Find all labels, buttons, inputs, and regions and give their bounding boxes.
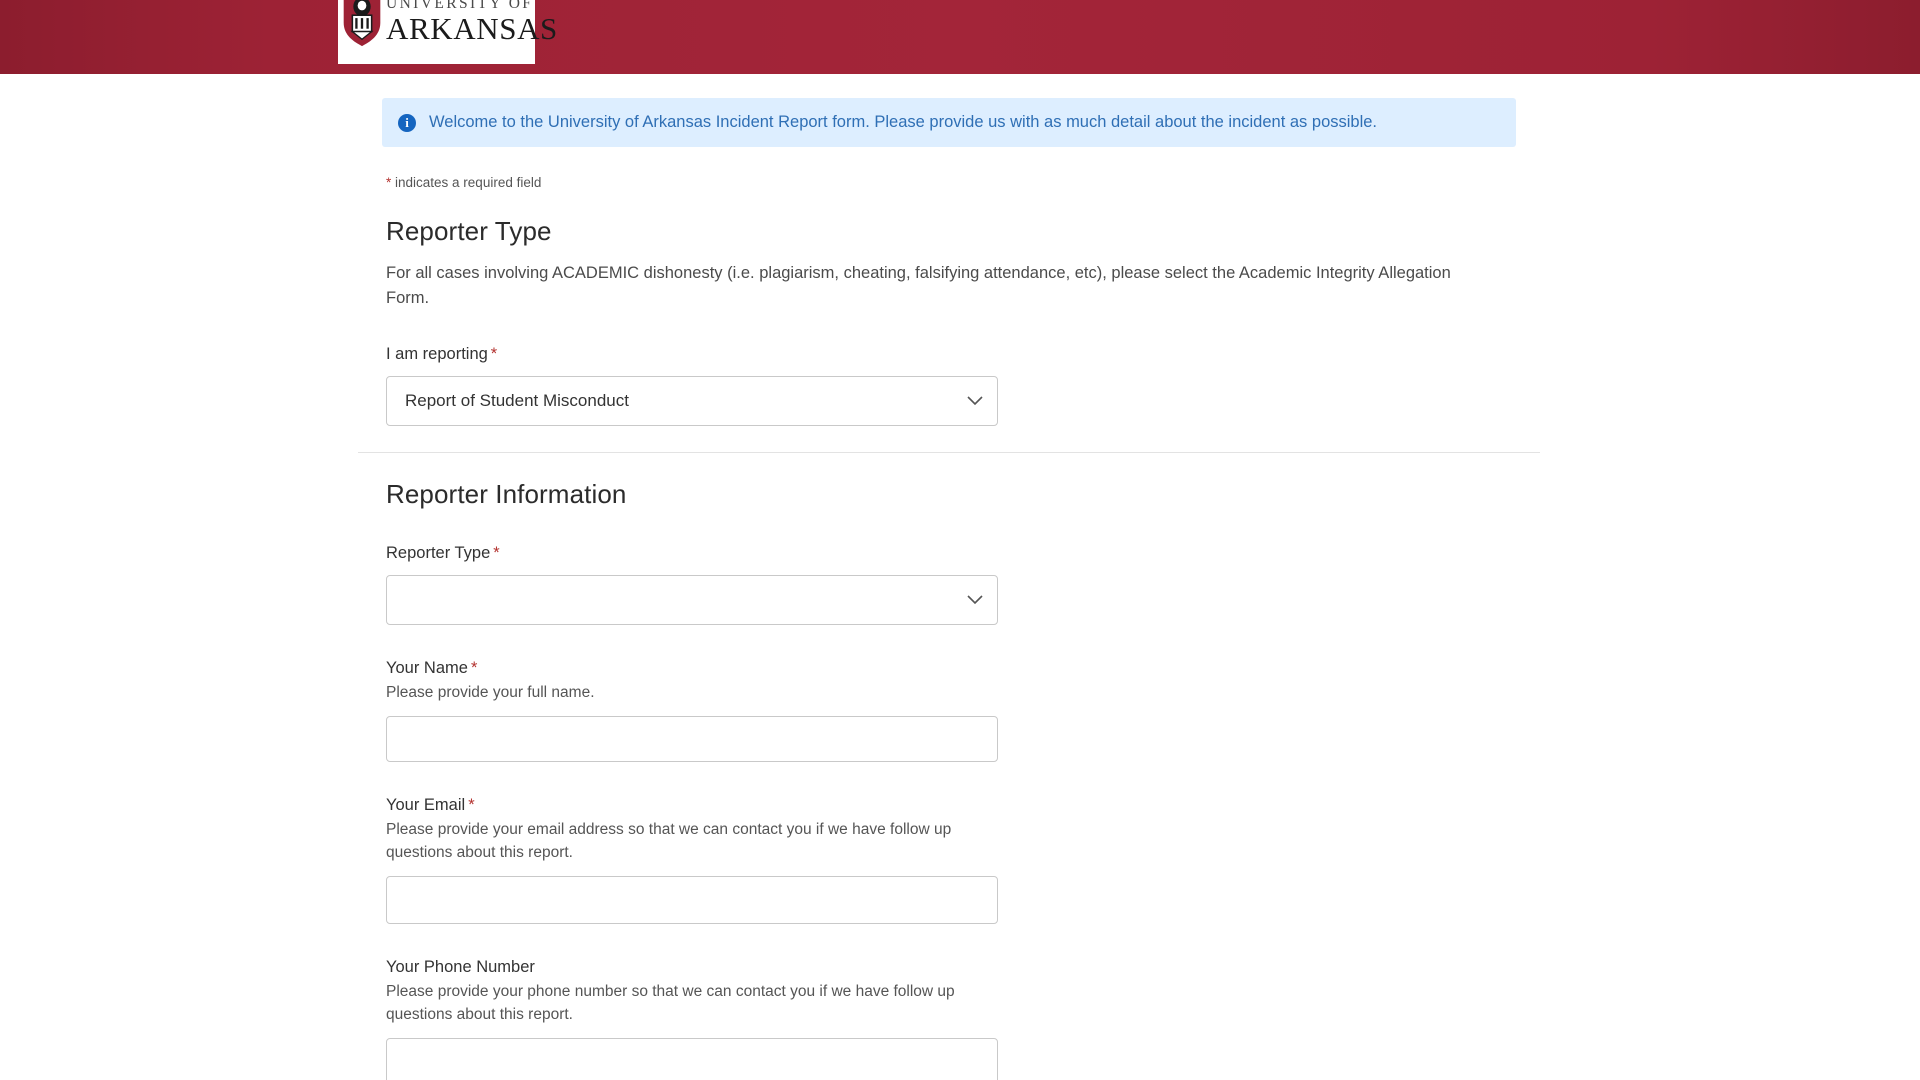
field-your-name: Your Name * Please provide your full name… <box>386 659 1512 763</box>
label-reporter-type-text: Reporter Type <box>386 543 491 562</box>
required-asterisk: * <box>470 658 478 677</box>
logo-line-university-of: UNIVERSITY OF <box>386 0 534 12</box>
reporter-information-card: Reporter Information Reporter Type * Your… <box>358 478 1540 1080</box>
razorback-shield-icon <box>343 0 381 47</box>
input-your-name[interactable] <box>386 716 998 763</box>
required-asterisk: * <box>490 344 498 363</box>
help-your-email: Please provide your email address so tha… <box>386 821 952 861</box>
page-root: i Welcome to the University of Arkansas … <box>0 0 1920 1080</box>
chevron-down-icon <box>967 396 983 406</box>
field-reporter-type: Reporter Type * <box>386 544 1512 625</box>
label-your-email: Your Email * <box>386 796 1512 815</box>
label-reporter-type: Reporter Type * <box>386 544 1512 563</box>
required-asterisk: * <box>493 543 500 562</box>
label-your-phone-number-text: Your Phone Number <box>386 958 535 977</box>
university-logo-wordmark: UNIVERSITY OF ARKANSAS <box>386 0 558 44</box>
field-your-phone-number: Your Phone Number Please provide your ph… <box>386 958 1512 1080</box>
section-description-reporter-type: For all cases involving ACADEMIC dishone… <box>386 264 1451 308</box>
logo-line-arkansas: ARKANSAS <box>386 10 558 46</box>
university-logo[interactable]: UNIVERSITY OF ARKANSAS <box>338 0 557 64</box>
section-title-reporter-type: Reporter Type <box>386 216 552 247</box>
required-note-text: indicates a required field <box>391 175 542 191</box>
label-your-phone-number: Your Phone Number <box>386 958 1512 977</box>
required-asterisk: * <box>468 796 475 815</box>
input-your-phone-number[interactable] <box>386 1038 998 1080</box>
section-reporter-information: Reporter Information Reporter Type * Your… <box>358 479 1540 1080</box>
label-your-name: Your Name * <box>386 659 1512 678</box>
welcome-banner: i Welcome to the University of Arkansas … <box>382 98 1516 148</box>
reporter-type-card: i Welcome to the University of Arkansas … <box>358 98 1540 453</box>
select-i-am-reporting-value: Report of Student Misconduct <box>405 390 629 410</box>
section-reporter-type: Reporter Type For all cases involving AC… <box>358 216 1540 452</box>
label-i-am-reporting: I am reporting * <box>386 345 1512 364</box>
label-i-am-reporting-text: I am reporting <box>386 344 488 363</box>
site-header-bar <box>0 0 1920 74</box>
form-content-column: i Welcome to the University of Arkansas … <box>358 74 1540 1080</box>
field-your-email: Your Email * Please provide your email ad… <box>386 796 1512 925</box>
field-i-am-reporting: I am reporting * Report of Student Miscon… <box>386 345 1512 426</box>
welcome-banner-text: Welcome to the University of Arkansas In… <box>429 113 1378 131</box>
section-bottom-spacer <box>386 426 1512 452</box>
select-i-am-reporting[interactable]: Report of Student Misconduct <box>386 375 998 426</box>
help-your-phone-number: Please provide your phone number so that… <box>386 983 955 1023</box>
help-your-name: Please provide your full name. <box>386 683 595 701</box>
section-title-reporter-information: Reporter Information <box>386 478 627 509</box>
chevron-down-icon <box>967 595 983 605</box>
required-field-note: * indicates a required field <box>386 175 1540 190</box>
label-your-name-text: Your Name <box>386 658 468 677</box>
info-circle-icon: i <box>398 113 416 132</box>
label-your-email-text: Your Email <box>386 796 466 815</box>
input-your-email[interactable] <box>386 876 998 925</box>
select-reporter-type[interactable] <box>386 574 998 625</box>
